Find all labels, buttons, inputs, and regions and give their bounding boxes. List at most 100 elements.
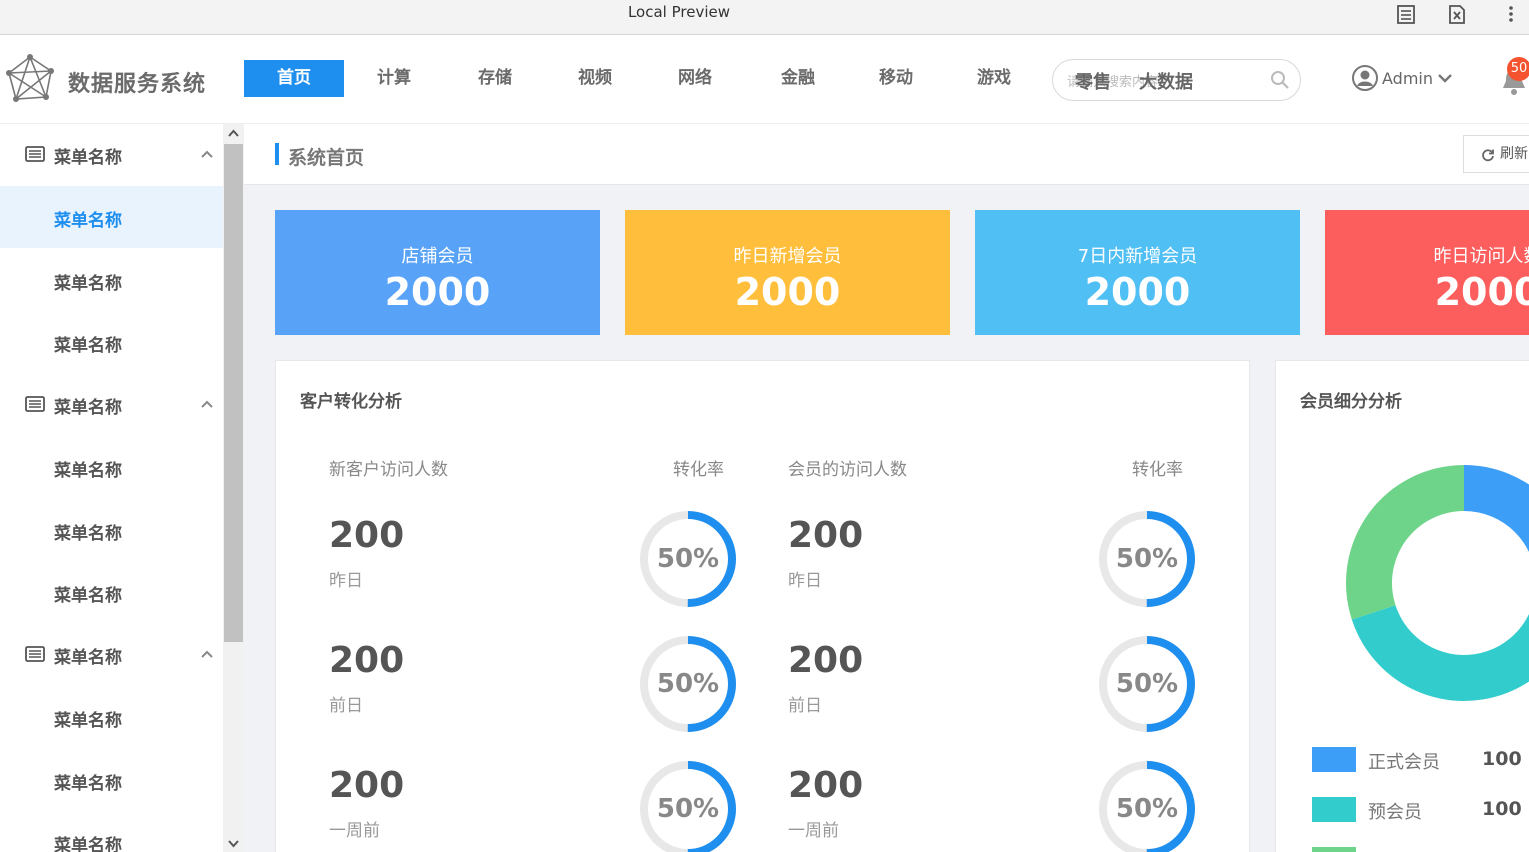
sidebar-item-label: 菜单名称: [54, 711, 122, 731]
nav-games[interactable]: 游戏: [944, 60, 1044, 97]
refresh-label: 刷新: [1500, 146, 1528, 162]
legend-name: 正式会员: [1368, 752, 1440, 773]
ring-percent: 50%: [656, 544, 720, 574]
chevron-up-icon: [201, 150, 213, 158]
member-panel: 会员细分分析 正式会员 100 预会员 100: [1275, 360, 1529, 852]
main-content: 系统首页 刷新 店铺会员 2000 昨日新增会员 2000 7日内新增会员 20…: [244, 124, 1529, 852]
sidebar-item[interactable]: 菜单名称: [0, 499, 223, 561]
legend-swatch: [1312, 797, 1356, 822]
conversion-ring: 50%: [638, 759, 738, 852]
column-header: 新客户访问人数: [329, 460, 448, 480]
sidebar-item[interactable]: 菜单名称: [0, 249, 223, 311]
sidebar-group[interactable]: 菜单名称: [0, 624, 223, 686]
legend-swatch: [1312, 747, 1356, 772]
sidebar-group[interactable]: 菜单名称: [0, 374, 223, 436]
sidebar-item[interactable]: 菜单名称: [0, 436, 223, 498]
scroll-up-icon[interactable]: [227, 127, 240, 139]
sidebar-group-label: 菜单名称: [54, 148, 122, 168]
nav-video[interactable]: 视频: [545, 60, 645, 97]
legend-name: 预会员: [1368, 802, 1422, 823]
refresh-button[interactable]: 刷新: [1463, 135, 1529, 173]
sidebar-item-label: 菜单名称: [54, 586, 122, 606]
metric-label: 一周前: [329, 821, 380, 841]
page-title: 系统首页: [288, 147, 365, 169]
legend-swatch: [1312, 847, 1356, 852]
metric-value: 200: [329, 515, 405, 556]
metric-label: 前日: [788, 696, 822, 716]
scrollbar-thumb[interactable]: [224, 144, 243, 642]
sidebar-scrollbar[interactable]: [223, 124, 244, 852]
list-icon: [25, 646, 45, 662]
sidebar-item[interactable]: 菜单名称: [0, 686, 223, 748]
sidebar-item-label: 菜单名称: [54, 336, 122, 356]
legend-item: 预会员 100: [1312, 797, 1529, 823]
nav-compute[interactable]: 计算: [344, 60, 444, 97]
search-tag[interactable]: 大数据: [1139, 72, 1193, 93]
stat-card[interactable]: 昨日访问人数 2000: [1325, 210, 1529, 335]
nav-network[interactable]: 网络: [645, 60, 745, 97]
ring-percent: 50%: [1115, 544, 1179, 574]
sidebar-group[interactable]: 菜单名称: [0, 124, 223, 186]
notification-badge: 50: [1507, 57, 1529, 81]
scroll-down-icon[interactable]: [227, 838, 240, 850]
nav-finance[interactable]: 金融: [748, 60, 848, 97]
legend-value: 100: [1482, 748, 1522, 770]
sidebar-item[interactable]: 菜单名称: [0, 749, 223, 811]
search-input[interactable]: 请输入搜索内容 零售 大数据: [1052, 59, 1301, 101]
network-logo-icon: [6, 54, 54, 102]
sidebar-item-label: 菜单名称: [54, 461, 122, 481]
more-icon[interactable]: [1500, 3, 1522, 25]
donut-slice: [1346, 465, 1464, 620]
ring-percent: 50%: [1115, 794, 1179, 824]
metric-value: 200: [329, 640, 405, 681]
sidebar-menu: 菜单名称 菜单名称 菜单名称 菜单名称 菜单名称 菜单名称 菜单名称 菜单名称 …: [0, 124, 223, 852]
stat-card[interactable]: 昨日新增会员 2000: [625, 210, 950, 335]
sidebar-item-label: 菜单名称: [54, 211, 122, 231]
stat-card[interactable]: 7日内新增会员 2000: [975, 210, 1300, 335]
nav-home[interactable]: 首页: [244, 60, 344, 97]
nav-mobile[interactable]: 移动: [846, 60, 946, 97]
metric-value: 200: [329, 765, 405, 806]
legend-item: [1312, 847, 1529, 852]
refresh-icon: [1482, 149, 1494, 162]
donut-slice: [1464, 465, 1529, 553]
stat-label: 昨日访问人数: [1433, 246, 1529, 267]
legend-item: 正式会员 100: [1312, 747, 1529, 773]
ring-percent: 50%: [656, 794, 720, 824]
metric-value: 200: [788, 765, 864, 806]
reader-icon[interactable]: [1395, 3, 1417, 25]
column-header: 转化率: [673, 460, 724, 480]
top-navbar: 数据服务系统 首页 计算 存储 视频 网络 金融 移动 游戏 请输入搜索内容 零…: [0, 35, 1529, 124]
sidebar-item[interactable]: 菜单名称: [0, 561, 223, 623]
nav-storage[interactable]: 存储: [445, 60, 545, 97]
column-header: 会员的访问人数: [788, 460, 907, 480]
stat-value: 2000: [384, 270, 491, 314]
ring-percent: 50%: [656, 669, 720, 699]
stat-value: 2000: [1434, 270, 1529, 314]
sidebar-item[interactable]: 菜单名称: [0, 311, 223, 373]
user-name: Admin: [1382, 68, 1433, 88]
sidebar: 菜单名称 菜单名称 菜单名称 菜单名称 菜单名称 菜单名称 菜单名称 菜单名称 …: [0, 124, 244, 852]
search-tags: 零售 大数据: [1075, 68, 1221, 94]
sidebar-item[interactable]: 菜单名称: [0, 811, 223, 852]
chevron-up-icon: [201, 650, 213, 658]
stat-label: 昨日新增会员: [733, 246, 842, 267]
metric-label: 昨日: [788, 571, 822, 591]
member-donut-chart: [1346, 465, 1529, 701]
search-tag[interactable]: 零售: [1075, 72, 1111, 93]
stat-value: 2000: [734, 270, 841, 314]
sidebar-item-label: 菜单名称: [54, 774, 122, 794]
sidebar-item-label: 菜单名称: [54, 836, 122, 852]
export-icon[interactable]: [1446, 3, 1468, 25]
window-title: Local Preview: [627, 3, 731, 21]
conversion-ring: 50%: [638, 634, 738, 734]
search-icon[interactable]: [1270, 70, 1290, 90]
sidebar-item[interactable]: 菜单名称: [0, 186, 223, 248]
conversion-ring: 50%: [638, 509, 738, 609]
stat-card[interactable]: 店铺会员 2000: [275, 210, 600, 335]
metric-value: 200: [788, 640, 864, 681]
preview-titlebar: Local Preview: [0, 0, 1529, 35]
user-menu[interactable]: Admin: [1352, 63, 1453, 93]
title-marker: [275, 143, 279, 165]
stat-value: 2000: [1084, 270, 1191, 314]
